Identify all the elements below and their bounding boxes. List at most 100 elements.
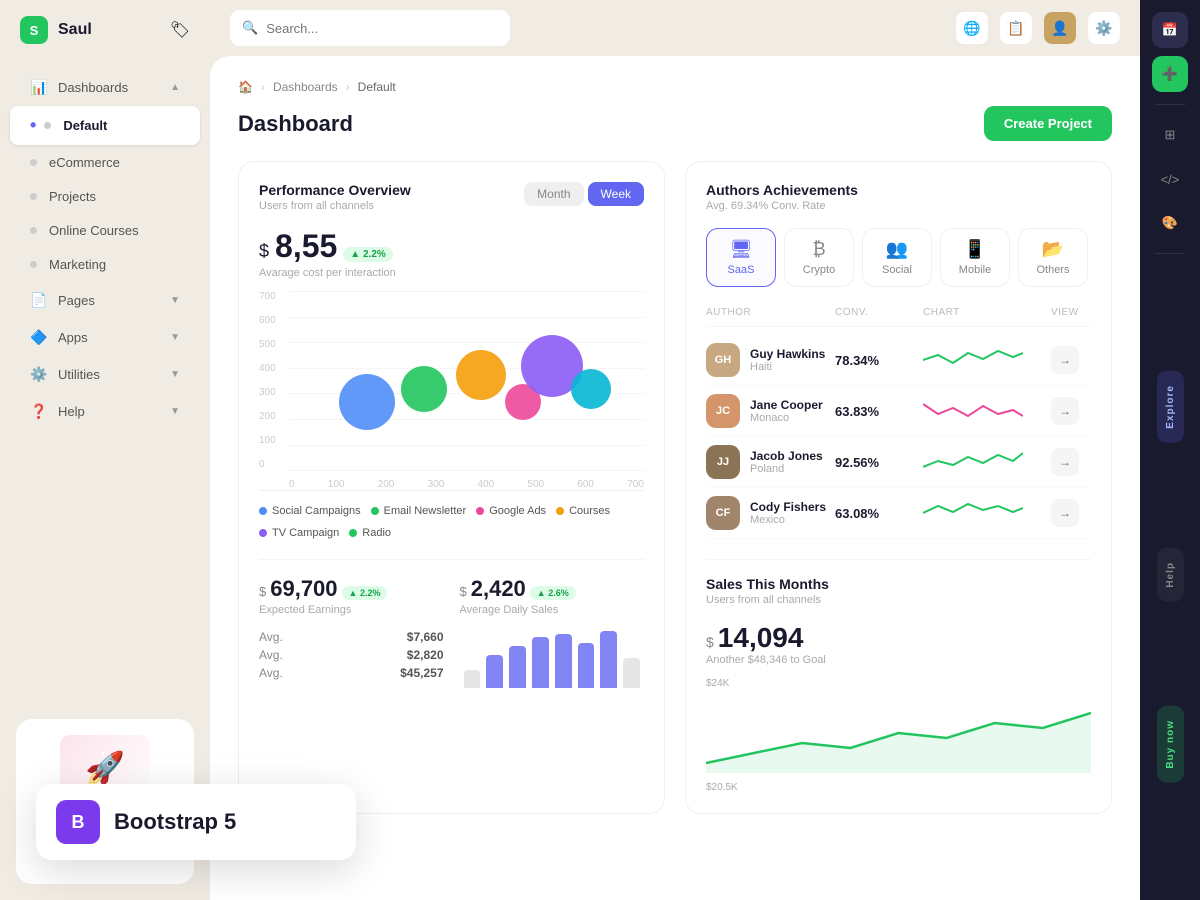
apps-icon: 🔷 xyxy=(30,328,48,346)
legend-email: Email Newsletter xyxy=(371,505,467,517)
rp-grid-icon[interactable]: ⊞ xyxy=(1152,117,1188,153)
topbar-icon-1[interactable]: 🌐 xyxy=(956,12,988,44)
rp-code-icon[interactable]: </> xyxy=(1152,161,1188,197)
chevron-icon: ▲ xyxy=(170,82,180,93)
bootstrap-label: Bootstrap 5 xyxy=(114,809,236,835)
sidebar-item-apps[interactable]: 🔷 Apps ▼ xyxy=(10,319,200,355)
daily-sales: $ 2,420 ▲ 2.6% Average Daily Sales xyxy=(460,576,645,616)
sidebar-pin[interactable]: 🏷 xyxy=(170,20,190,40)
legend-courses: Courses xyxy=(556,505,610,517)
create-project-button[interactable]: Create Project xyxy=(984,106,1112,141)
help-button[interactable]: Help xyxy=(1157,548,1184,602)
sidebar-header: S Saul 🏷 xyxy=(0,0,210,60)
legend-tv: TV Campaign xyxy=(259,527,339,539)
sidebar-item-help[interactable]: ❓ Help ▼ xyxy=(10,393,200,429)
bar-8 xyxy=(623,658,640,688)
author-avatar-3: JJ xyxy=(706,445,740,479)
dashboard-grid: Performance Overview Users from all chan… xyxy=(238,161,1112,814)
view-button-1[interactable]: → xyxy=(1051,346,1079,374)
view-button-3[interactable]: → xyxy=(1051,448,1079,476)
legend-radio: Radio xyxy=(349,527,391,539)
page-header: Dashboard Create Project xyxy=(238,106,1112,141)
sales-month-section: Sales This Months Users from all channel… xyxy=(706,559,1091,793)
sidebar-logo: S xyxy=(20,16,48,44)
performance-card: Performance Overview Users from all chan… xyxy=(238,161,665,814)
right-panel: 📅 ➕ ⊞ </> 🎨 Explore Help Buy now xyxy=(1140,0,1200,900)
content: 🏠 › Dashboards › Default Dashboard Creat… xyxy=(210,56,1140,900)
sidebar-item-ecommerce[interactable]: eCommerce xyxy=(10,146,200,179)
author-info-2: JC Jane Cooper Monaco xyxy=(706,394,827,428)
tab-crypto[interactable]: ₿ Crypto xyxy=(784,228,854,287)
tab-month[interactable]: Month xyxy=(524,182,583,206)
chevron-icon: ▼ xyxy=(170,295,180,306)
performance-subtitle: Users from all channels xyxy=(259,200,411,212)
legend-dot xyxy=(259,529,267,537)
breadcrumb-dashboards[interactable]: Dashboards xyxy=(273,80,338,94)
topbar-icon-3[interactable]: ⚙️ xyxy=(1088,12,1120,44)
sales-list-row: Avg.$7,660 xyxy=(259,628,444,646)
view-button-4[interactable]: → xyxy=(1051,499,1079,527)
content-main: 🏠 › Dashboards › Default Dashboard Creat… xyxy=(210,56,1140,900)
bubble-1 xyxy=(339,374,395,430)
tab-social[interactable]: 👥 Social xyxy=(862,228,932,287)
metric-label: Avarage cost per interaction xyxy=(259,267,644,279)
view-button-2[interactable]: → xyxy=(1051,397,1079,425)
tab-saas[interactable]: 🖥 SaaS xyxy=(706,228,776,287)
rp-calendar-icon[interactable]: 📅 xyxy=(1152,12,1188,48)
search-input[interactable] xyxy=(266,21,498,36)
sales-list: Avg.$7,660 Avg.$2,820 Avg.$45,257 xyxy=(259,628,444,688)
sidebar-item-utilities[interactable]: ⚙️ Utilities ▼ xyxy=(10,356,200,392)
topbar-avatar[interactable]: 👤 xyxy=(1044,12,1076,44)
chart-area xyxy=(289,291,644,470)
sidebar: S Saul 🏷 📊 Dashboards ▲ Default eCommerc… xyxy=(0,0,210,900)
buy-button[interactable]: Buy now xyxy=(1157,706,1184,783)
sidebar-item-default[interactable]: Default xyxy=(10,106,200,145)
breadcrumb: 🏠 › Dashboards › Default xyxy=(238,80,1112,94)
author-info-4: CF Cody Fishers Mexico xyxy=(706,496,827,530)
legend-social: Social Campaigns xyxy=(259,505,361,517)
sparkline-3 xyxy=(923,447,1023,477)
sidebar-item-dashboards[interactable]: 📊 Dashboards ▲ xyxy=(10,69,200,105)
bar-5 xyxy=(555,634,572,688)
tab-week[interactable]: Week xyxy=(588,182,644,206)
help-icon: ❓ xyxy=(30,402,48,420)
home-icon[interactable]: 🏠 xyxy=(238,80,253,94)
sidebar-item-online-courses[interactable]: Online Courses xyxy=(10,214,200,247)
sparkline-4 xyxy=(923,498,1023,528)
bar-1 xyxy=(464,670,481,688)
main-wrapper: 🔍 🌐 📋 👤 ⚙️ 🏠 › Dashboards › Default Dash… xyxy=(210,0,1140,900)
bar-4 xyxy=(532,637,549,688)
bar-3 xyxy=(509,646,526,688)
authors-table-header: AUTHOR CONV. CHART VIEW xyxy=(706,303,1091,327)
tab-mobile[interactable]: 📱 Mobile xyxy=(940,228,1010,287)
dot-icon xyxy=(30,159,37,166)
authors-tabs: 🖥 SaaS ₿ Crypto 👥 Social 📱 xyxy=(706,228,1091,287)
sidebar-item-projects[interactable]: Projects xyxy=(10,180,200,213)
explore-button[interactable]: Explore xyxy=(1157,371,1184,443)
performance-header: Performance Overview Users from all chan… xyxy=(259,182,644,228)
sales-list-row: Avg.$2,820 xyxy=(259,646,444,664)
sales-list-row: Avg.$45,257 xyxy=(259,664,444,682)
x-axis: 0 100 200 300 400 500 600 700 xyxy=(289,479,644,490)
rp-add-icon[interactable]: ➕ xyxy=(1152,56,1188,92)
sidebar-brand: Saul xyxy=(58,21,92,39)
sidebar-item-pages[interactable]: 📄 Pages ▼ xyxy=(10,282,200,318)
authors-title: Authors Achievements xyxy=(706,182,1091,198)
rp-color-icon[interactable]: 🎨 xyxy=(1152,205,1188,241)
topbar-icon-2[interactable]: 📋 xyxy=(1000,12,1032,44)
search-icon: 🔍 xyxy=(242,20,258,36)
others-icon: 📂 xyxy=(1042,239,1064,260)
tab-others[interactable]: 📂 Others xyxy=(1018,228,1088,287)
sales-subtitle: Users from all channels xyxy=(706,594,1091,606)
bar-2 xyxy=(486,655,503,688)
authors-subtitle: Avg. 69.34% Conv. Rate xyxy=(706,200,1091,212)
search-box[interactable]: 🔍 xyxy=(230,10,510,46)
sidebar-item-marketing[interactable]: Marketing xyxy=(10,248,200,281)
legend-dot xyxy=(476,507,484,515)
dashboards-icon: 📊 xyxy=(30,78,48,96)
bubble-6 xyxy=(571,369,611,409)
performance-tabs: Month Week xyxy=(524,182,644,206)
authors-card: Authors Achievements Avg. 69.34% Conv. R… xyxy=(685,161,1112,814)
table-row: CF Cody Fishers Mexico 63.08% → xyxy=(706,488,1091,539)
expected-earnings: $ 69,700 ▲ 2.2% Expected Earnings xyxy=(259,576,444,616)
